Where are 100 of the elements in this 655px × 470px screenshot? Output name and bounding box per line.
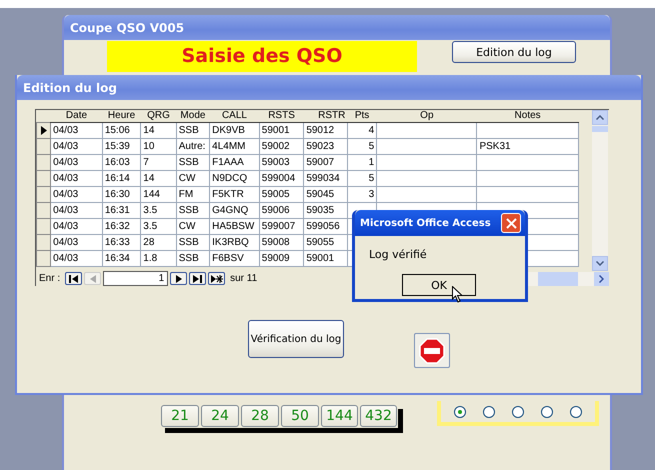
table-cell: F1AAA <box>210 154 260 170</box>
verify-log-button[interactable]: Vérification du log <box>248 320 344 358</box>
current-record-icon <box>40 126 47 135</box>
table-cell: 599056 <box>304 218 348 234</box>
close-button[interactable] <box>501 213 521 233</box>
table-cell: 16:30 <box>102 186 141 202</box>
table-cell: 144 <box>140 186 176 202</box>
table-cell: SSB <box>176 154 210 170</box>
new-record-icon[interactable] <box>208 272 226 285</box>
table-cell: Autre: <box>176 138 210 154</box>
close-icon <box>506 218 516 228</box>
table-cell: 5 <box>347 138 377 154</box>
record-number-field[interactable]: 1 <box>103 271 168 286</box>
window-title: Coupe QSO V005 <box>64 15 610 40</box>
table-cell: F5KTR <box>210 186 260 202</box>
table-cell: 59007 <box>304 154 348 170</box>
table-cell: 59023 <box>304 138 348 154</box>
table-cell: 04/03 <box>50 122 102 138</box>
table-cell: 04/03 <box>50 250 102 266</box>
window-title: Edition du log <box>17 75 641 100</box>
table-cell: 59001 <box>259 122 304 138</box>
ok-button[interactable]: OK <box>402 274 476 296</box>
table-cell: 04/03 <box>50 154 102 170</box>
record-label: Enr : <box>39 273 60 284</box>
table-cell: PSK31 <box>476 138 578 154</box>
table-cell: 59006 <box>259 202 304 218</box>
table-cell: 59045 <box>304 186 348 202</box>
table-cell: DK9VB <box>210 122 260 138</box>
table-cell: 59035 <box>304 202 348 218</box>
table-cell: 3.5 <box>140 202 176 218</box>
table-cell: 59008 <box>259 234 304 250</box>
row-selector[interactable] <box>36 122 51 138</box>
table-cell: 599007 <box>259 218 304 234</box>
band-button[interactable]: 144 <box>321 405 358 427</box>
band-button[interactable]: 432 <box>360 405 397 427</box>
table-cell: G4GNQ <box>210 202 260 218</box>
radio-button[interactable] <box>482 406 495 418</box>
table-cell: 15:06 <box>102 122 141 138</box>
record-count: sur 11 <box>230 273 258 284</box>
table-cell: 59055 <box>304 234 348 250</box>
table-cell: 59005 <box>259 186 304 202</box>
band-button[interactable]: 28 <box>241 405 279 427</box>
table-cell: 1 <box>347 154 377 170</box>
radio-button[interactable] <box>454 406 466 418</box>
mouse-cursor-icon <box>452 286 463 303</box>
table-cell: 4 <box>347 122 377 138</box>
table-cell: F6BSV <box>210 250 260 266</box>
table-cell: 59003 <box>259 154 304 170</box>
radio-button[interactable] <box>512 406 524 418</box>
table-cell: 16:31 <box>102 202 141 218</box>
band-button[interactable]: 50 <box>281 405 319 427</box>
form-heading: Saisie des QSO <box>107 41 417 72</box>
table-cell: SSB <box>176 250 210 266</box>
stop-sign-icon <box>419 338 445 364</box>
vertical-scrollbar[interactable] <box>592 110 608 271</box>
dialog-message: Log vérifié <box>369 248 427 261</box>
table-cell: 04/03 <box>50 138 102 154</box>
band-button[interactable]: 24 <box>201 405 239 427</box>
scroll-thumb[interactable] <box>538 272 578 286</box>
table-cell: HA5BSW <box>210 218 260 234</box>
table-cell: 15:39 <box>102 138 141 154</box>
table-cell: 59001 <box>304 250 348 266</box>
table-cell: SSB <box>176 202 210 218</box>
band-button[interactable]: 21 <box>161 405 199 427</box>
scroll-thumb[interactable] <box>592 126 608 132</box>
table-cell: 59002 <box>259 138 304 154</box>
table-cell: 7 <box>140 154 176 170</box>
table-cell: 1.8 <box>140 250 176 266</box>
table-cell: 04/03 <box>50 186 102 202</box>
table-cell: 16:33 <box>102 234 141 250</box>
table-cell: 16:32 <box>102 218 141 234</box>
table-cell: 04/03 <box>50 170 102 186</box>
table-cell: 14 <box>140 122 176 138</box>
table-cell: N9DCQ <box>210 170 260 186</box>
stop-button[interactable] <box>414 333 450 368</box>
edit-log-button[interactable]: Edition du log <box>452 41 576 63</box>
table-cell: SSB <box>176 122 210 138</box>
table-cell: 59009 <box>259 250 304 266</box>
table-cell: 59012 <box>304 122 348 138</box>
table-cell: 599004 <box>259 170 304 186</box>
table-cell: 4L4MM <box>210 138 260 154</box>
radio-button[interactable] <box>570 406 582 418</box>
table-cell: 5 <box>347 170 377 186</box>
first-record-icon[interactable] <box>65 272 82 285</box>
table-cell: 3.5 <box>140 218 176 234</box>
table-cell: CW <box>176 170 210 186</box>
table-cell: 04/03 <box>50 234 102 250</box>
table-cell: 04/03 <box>50 202 102 218</box>
table-cell: 28 <box>140 234 176 250</box>
table-cell: CW <box>176 218 210 234</box>
table-cell: 16:34 <box>102 250 141 266</box>
table-cell: 10 <box>140 138 176 154</box>
table-cell: 3 <box>347 186 377 202</box>
dialog-title: Microsoft Office Access <box>360 218 491 228</box>
last-record-icon[interactable] <box>189 272 206 285</box>
table-cell: SSB <box>176 234 210 250</box>
next-record-icon[interactable] <box>170 272 188 285</box>
radio-button[interactable] <box>541 406 554 418</box>
table-cell: 04/03 <box>50 218 102 234</box>
table-cell: 16:14 <box>102 170 141 186</box>
